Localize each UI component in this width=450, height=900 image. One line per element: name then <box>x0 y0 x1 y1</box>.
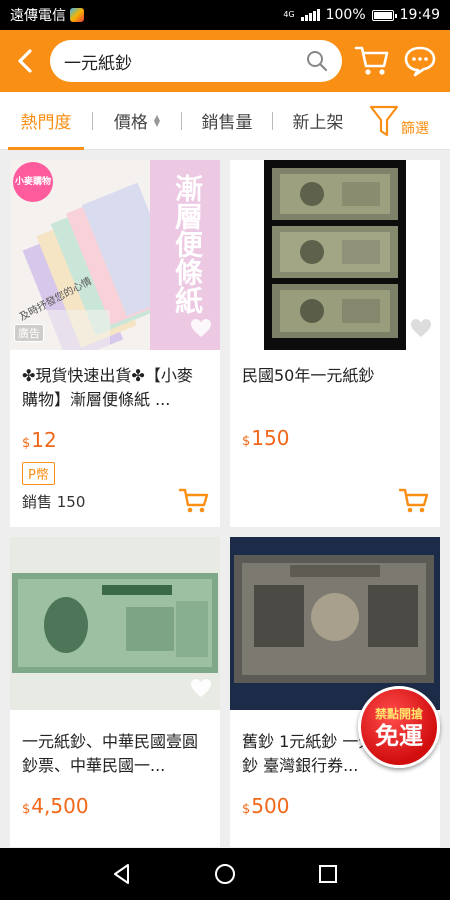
product-price: $12 <box>10 428 220 452</box>
tab-popularity[interactable]: 熱門度 <box>0 92 92 150</box>
shop-logo-text: 小麥購物 <box>14 177 51 187</box>
status-bar: 遠傳電信 4G 100% 19:49 <box>0 0 450 30</box>
network-type: 4G <box>283 10 295 19</box>
sort-arrows-icon: ▲ ▼ <box>153 112 161 128</box>
heart-icon[interactable] <box>190 318 212 338</box>
chat-bubble-icon <box>404 46 436 77</box>
product-title[interactable]: 民國50年一元紙鈔 <box>230 364 440 388</box>
banknote-image <box>10 537 220 710</box>
currency-symbol: $ <box>22 436 31 451</box>
back-triangle-icon[interactable] <box>110 862 134 886</box>
product-price: $150 <box>230 426 440 450</box>
filter-funnel-icon <box>369 105 399 136</box>
price-value: 12 <box>31 428 57 452</box>
promo-line2: 免運 <box>375 721 423 750</box>
chevron-left-icon <box>18 49 32 73</box>
battery-percent: 100% <box>325 7 366 23</box>
product-price: $4,500 <box>10 794 220 818</box>
price-value: 150 <box>251 426 290 450</box>
product-image[interactable] <box>230 160 440 350</box>
product-title[interactable]: ✤現貨快速出貨✤【小麥購物】漸層便條紙 ... <box>10 364 220 412</box>
card-footer <box>242 487 430 515</box>
tab-newest[interactable]: 新上架 <box>273 92 363 150</box>
filter-label: 篩選 <box>401 120 429 137</box>
currency-symbol: $ <box>242 434 251 449</box>
card-footer: 銷售 150 <box>22 487 210 515</box>
cart-button[interactable] <box>350 39 394 83</box>
add-to-cart-icon[interactable] <box>178 487 210 515</box>
product-title[interactable]: 一元紙鈔、中華民國壹圓鈔票、中華民國一... <box>10 730 220 778</box>
currency-symbol: $ <box>22 802 31 817</box>
sort-bar: 熱門度 價格 ▲ ▼ 銷售量 新上架 篩選 <box>0 92 450 150</box>
search-icon[interactable] <box>306 50 328 72</box>
tab-label: 新上架 <box>292 113 344 133</box>
shopping-cart-icon <box>354 46 389 75</box>
signal-icon <box>300 9 320 21</box>
product-card[interactable]: 民國50年一元紙鈔 $150 <box>230 160 440 527</box>
product-image[interactable] <box>230 537 440 710</box>
promo-line1: 禁點開搶 <box>374 706 423 721</box>
tab-label: 熱門度 <box>20 113 72 133</box>
product-card[interactable]: 一元紙鈔、中華民國壹圓鈔票、中華民國一... $4,500 <box>10 537 220 847</box>
p-coin-badge: P幣 <box>22 462 55 485</box>
tab-label: 價格 <box>113 113 148 133</box>
add-to-cart-icon[interactable] <box>398 487 430 515</box>
sold-count: 銷售 150 <box>22 492 86 511</box>
free-shipping-promo-button[interactable]: 禁點開搶 免運 <box>358 686 440 768</box>
product-price: $500 <box>230 794 440 818</box>
tab-label: 銷售量 <box>201 113 253 133</box>
ad-badge: 廣告 <box>14 324 44 342</box>
image-banner-text: 漸層便條紙 <box>171 174 204 314</box>
back-button[interactable] <box>8 41 42 81</box>
carrier-label: 遠傳電信 <box>10 8 66 24</box>
price-value: 4,500 <box>31 794 89 818</box>
heart-icon[interactable] <box>190 678 212 698</box>
product-image[interactable] <box>10 537 220 710</box>
heart-icon[interactable] <box>410 318 432 338</box>
recent-apps-square-icon[interactable] <box>316 862 340 886</box>
clock: 19:49 <box>399 7 440 23</box>
system-navigation-bar <box>0 848 450 900</box>
tab-sales[interactable]: 銷售量 <box>182 92 272 150</box>
product-image[interactable]: 小麥購物 漸層便條紙 及時抒發您的心情 廣告 <box>10 160 220 350</box>
banknote-stack-image <box>264 160 406 350</box>
currency-symbol: $ <box>242 802 251 817</box>
price-value: 500 <box>251 794 290 818</box>
app-notification-icon <box>70 8 84 22</box>
battery-icon <box>371 9 397 21</box>
home-circle-icon[interactable] <box>213 862 237 886</box>
banknote-image <box>230 537 440 710</box>
search-query: 一元紙鈔 <box>64 53 132 74</box>
chat-button[interactable] <box>398 39 442 83</box>
product-card[interactable]: 小麥購物 漸層便條紙 及時抒發您的心情 廣告 ✤現貨快速出貨✤【小麥購物】漸層便… <box>10 160 220 527</box>
header-bar: 一元紙鈔 <box>0 30 450 92</box>
shop-logo: 小麥購物 <box>13 162 53 202</box>
filter-button[interactable]: 篩選 <box>369 104 429 138</box>
tab-price[interactable]: 價格 ▲ ▼ <box>93 92 181 150</box>
search-input[interactable]: 一元紙鈔 <box>50 40 342 82</box>
